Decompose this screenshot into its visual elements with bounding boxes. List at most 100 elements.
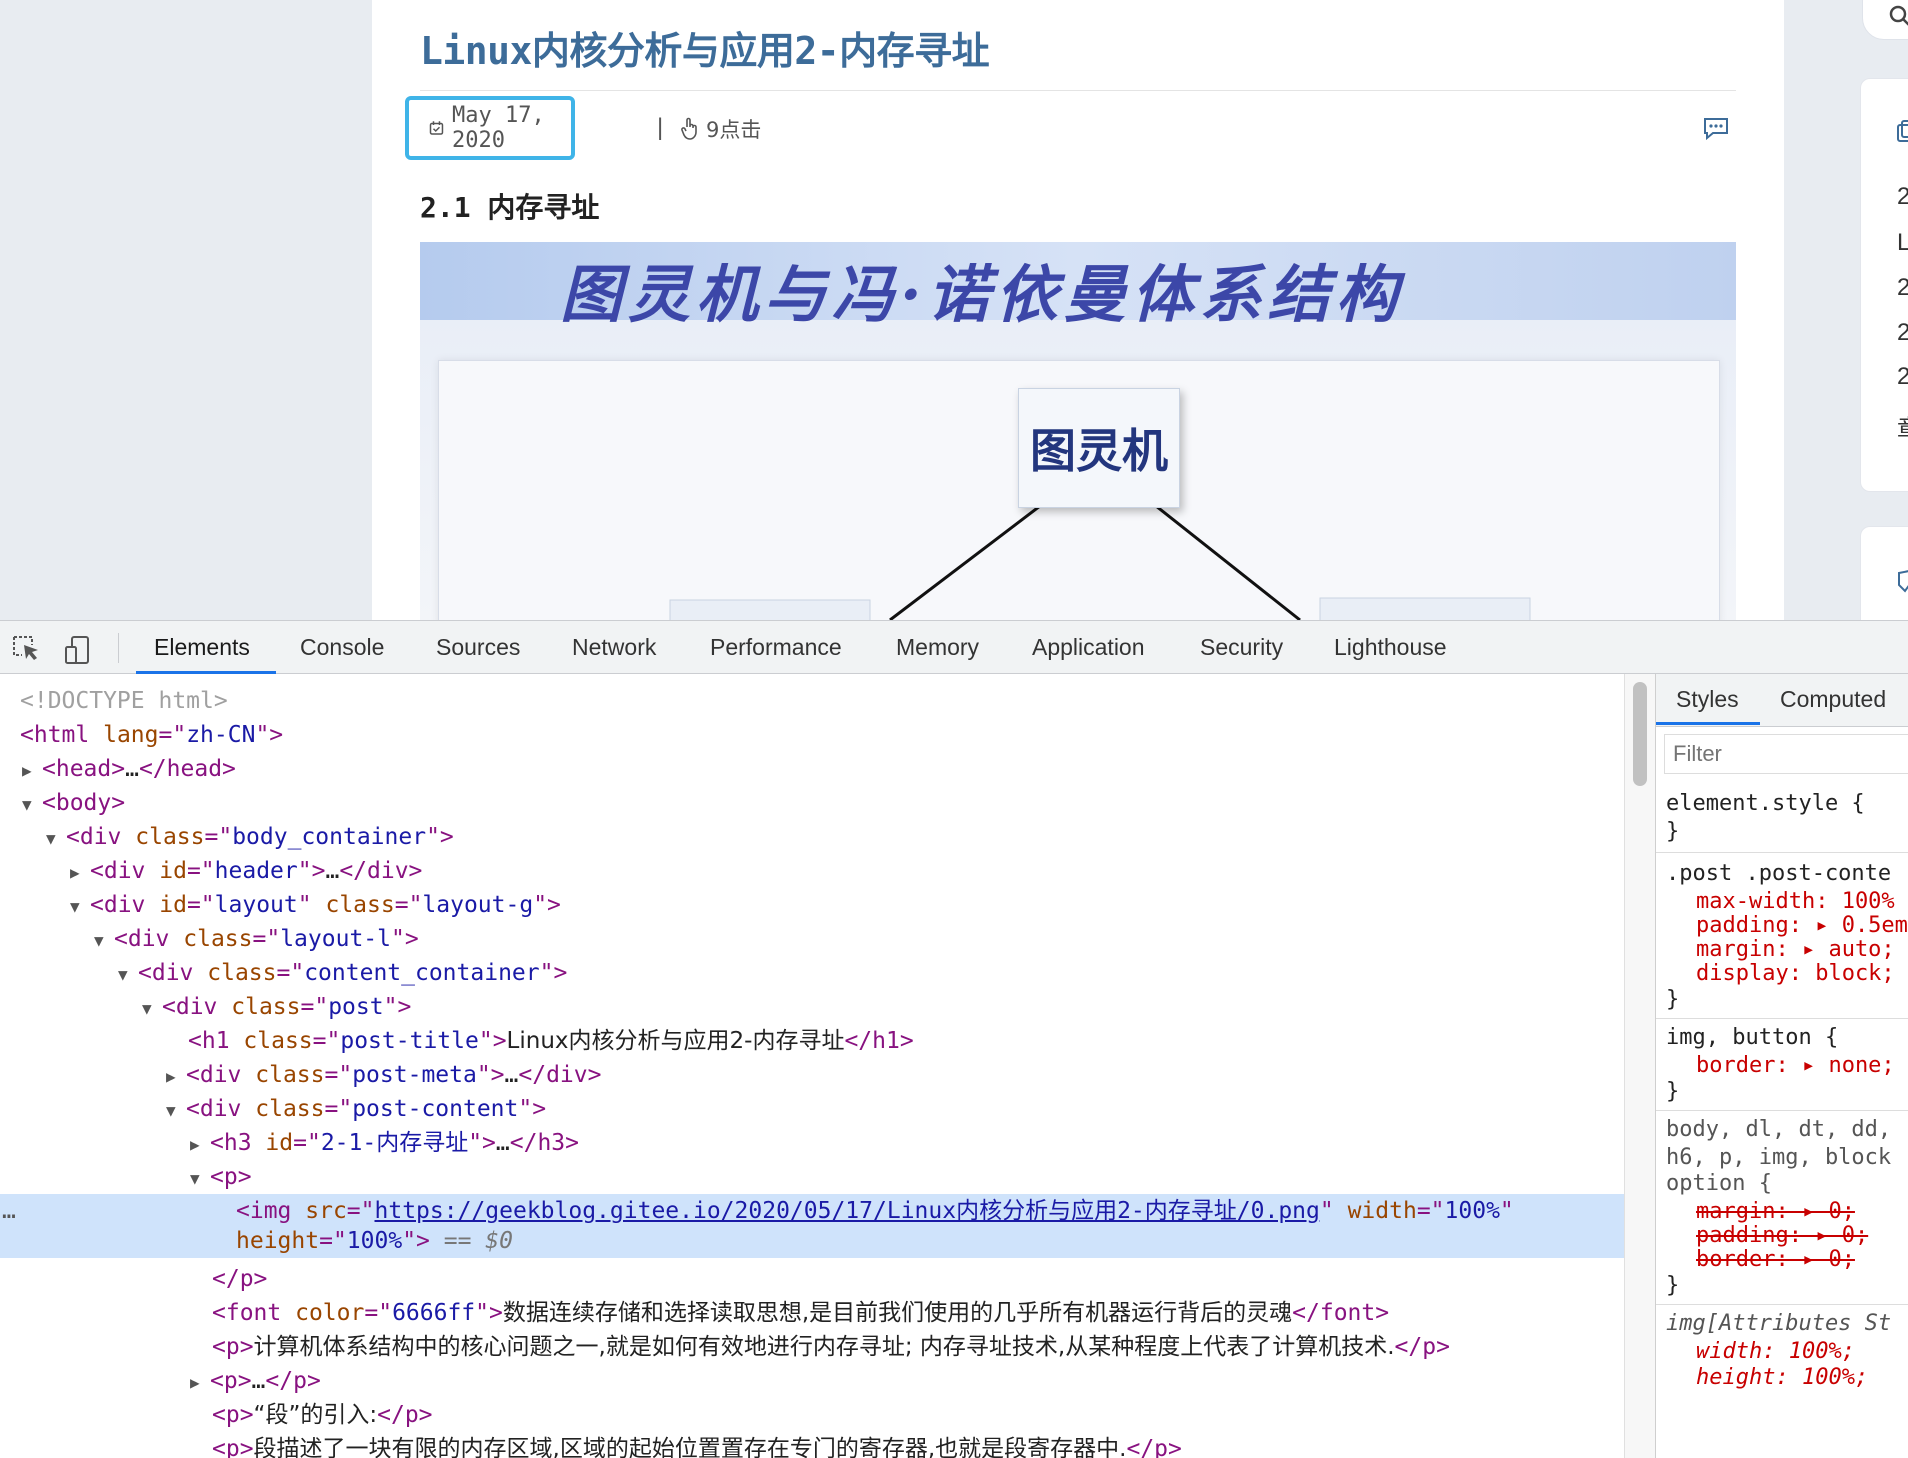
collapse-arrow-icon[interactable]: ▼ [142, 992, 162, 1026]
toolbar-divider [118, 633, 119, 663]
dom-scrollbar[interactable] [1624, 674, 1656, 1458]
collapse-arrow-icon[interactable]: ▼ [70, 890, 90, 924]
style-rule-selector[interactable]: element.style { [1666, 790, 1865, 818]
dom-node[interactable]: ▶ <p>…</p> [0, 1364, 321, 1398]
img-src-link[interactable]: https://geekblog.gitee.io/2020/05/17/Lin… [375, 1198, 1320, 1224]
devtools-tab-bar: Elements Console Sources Network Perform… [0, 620, 1908, 674]
tab-memory[interactable]: Memory [896, 634, 979, 661]
style-property[interactable]: display: block; [1696, 960, 1895, 988]
search-widget[interactable] [1862, 0, 1908, 40]
dom-node[interactable]: ▼ <div class="layout-l"> [0, 922, 419, 956]
dom-node[interactable]: ▼ <body> [0, 786, 125, 820]
tab-elements[interactable]: Elements [154, 634, 250, 661]
style-rule-close: } [1666, 1273, 1680, 1298]
style-property[interactable]: height: 100%; [1696, 1364, 1868, 1392]
meta-separator: | [657, 114, 664, 141]
dom-node[interactable]: <html lang="zh-CN"> [0, 718, 283, 752]
comment-icon[interactable] [1702, 116, 1730, 140]
sidebar-tags-card [1860, 526, 1908, 620]
dom-node[interactable]: ▼ <div class="post"> [0, 990, 411, 1024]
expand-arrow-icon[interactable]: ▶ [70, 856, 90, 890]
post-clicks: 9点击 [680, 114, 761, 144]
style-rule-selector[interactable]: img[Attributes St [1666, 1310, 1891, 1338]
collapse-arrow-icon[interactable]: ▼ [190, 1162, 210, 1196]
styles-filter-input[interactable] [1664, 734, 1908, 774]
active-styles-tab-indicator [1656, 722, 1760, 725]
tag-icon [1898, 570, 1908, 593]
post-date: May 17, 2020 [451, 103, 545, 153]
style-rule-selector[interactable]: body, dl, dt, dd, [1666, 1116, 1891, 1144]
inspect-element-icon[interactable] [12, 635, 42, 663]
style-rule-close: } [1666, 819, 1680, 844]
tab-network[interactable]: Network [572, 634, 656, 661]
styles-tab-bar: Styles Computed [1656, 674, 1908, 727]
title-divider [420, 90, 1736, 91]
tab-application[interactable]: Application [1032, 634, 1145, 661]
style-property-overridden[interactable]: border: ▸ 0; [1696, 1246, 1855, 1274]
style-rule-selector[interactable]: h6, p, img, block [1666, 1144, 1891, 1172]
sidebar-item[interactable]: 2 [1897, 319, 1908, 347]
post-date-highlight: May 17, 2020 [405, 96, 575, 160]
expand-arrow-icon[interactable]: ▶ [190, 1366, 210, 1400]
dom-node[interactable]: ▼ <p> [0, 1160, 252, 1194]
style-rule-selector[interactable]: .post .post-conte [1666, 860, 1891, 888]
collapse-arrow-icon[interactable]: ▼ [46, 822, 66, 856]
collapse-arrow-icon[interactable]: ▼ [94, 924, 114, 958]
sidebar-toc-card: 2 L 2 2 2 章 [1860, 78, 1908, 492]
dom-node[interactable]: ▼ <div class="post-content"> [0, 1092, 546, 1126]
rule-divider [1656, 852, 1908, 853]
tab-sources[interactable]: Sources [436, 634, 520, 661]
device-toolbar-icon[interactable] [64, 635, 90, 665]
dom-node[interactable]: <p>计算机体系结构中的核心问题之一,就是如何有效地进行内存寻址; 内存寻址技术… [0, 1330, 1450, 1364]
dom-node[interactable]: ▶ <h3 id="2-1-内存寻址">…</h3> [0, 1126, 579, 1160]
devtools-panel: Elements Console Sources Network Perform… [0, 620, 1908, 1458]
collapse-arrow-icon[interactable]: ▼ [118, 958, 138, 992]
tab-console[interactable]: Console [300, 634, 384, 661]
rule-divider [1656, 1304, 1908, 1305]
sidebar-item[interactable]: 2 [1897, 274, 1908, 302]
search-icon [1889, 5, 1908, 26]
dom-node[interactable]: <p>段描述了一块有限的内存区域,区域的起始位置置存在专门的寄存器,也就是段寄存… [0, 1432, 1182, 1458]
style-rule-close: } [1666, 1079, 1680, 1104]
collapse-arrow-icon[interactable]: ▼ [22, 788, 42, 822]
dom-node[interactable]: ▼ <div id="layout" class="layout-g"> [0, 888, 561, 922]
style-property[interactable]: width: 100%; [1696, 1338, 1855, 1366]
elements-dom-tree: <!DOCTYPE html> <html lang="zh-CN"> ▶ <he… [0, 674, 1624, 1458]
dom-node[interactable]: ▶ <div class="post-meta">…</div> [0, 1058, 601, 1092]
post-title[interactable]: Linux内核分析与应用2-内存寻址 [420, 20, 990, 75]
expand-arrow-icon[interactable]: ▶ [166, 1060, 186, 1094]
dom-node[interactable]: ▼ <div class="content_container"> [0, 956, 567, 990]
dom-node[interactable]: ▶ <div id="header">…</div> [0, 854, 422, 888]
section-heading: 2.1 内存寻址 [420, 191, 600, 224]
dom-scrollbar-thumb[interactable] [1633, 682, 1647, 786]
tab-performance[interactable]: Performance [710, 634, 842, 661]
dom-node-selected[interactable]: … <img src="https://geekblog.gitee.io/20… [0, 1194, 1624, 1258]
style-rule-close: } [1666, 987, 1680, 1012]
tab-styles[interactable]: Styles [1676, 686, 1739, 713]
collapse-arrow-icon[interactable]: ▼ [166, 1094, 186, 1128]
dom-node[interactable]: <h1 class="post-title">Linux内核分析与应用2-内存寻… [0, 1024, 914, 1058]
tab-computed[interactable]: Computed [1780, 686, 1886, 713]
tab-security[interactable]: Security [1200, 634, 1283, 661]
dom-node[interactable]: <!DOCTYPE html> [0, 684, 228, 718]
tab-lighthouse[interactable]: Lighthouse [1334, 634, 1447, 661]
expand-arrow-icon[interactable]: ▶ [22, 754, 42, 788]
dom-node[interactable]: <font color="6666ff">数据连续存储和选择读取思想,是目前我们… [0, 1296, 1389, 1330]
dom-node[interactable]: ▶ <head>…</head> [0, 752, 236, 786]
pointer-hand-icon [681, 117, 697, 140]
style-rule-selector[interactable]: img, button { [1666, 1024, 1838, 1052]
sidebar-item[interactable]: L [1897, 229, 1908, 257]
expand-arrow-icon[interactable]: ▶ [190, 1128, 210, 1162]
dom-node[interactable]: ▼ <div class="body_container"> [0, 820, 454, 854]
style-property[interactable]: border: ▸ none; [1696, 1052, 1895, 1080]
sidebar-item[interactable]: 章 [1897, 409, 1908, 444]
dom-node[interactable]: <p>“段”的引入:</p> [0, 1398, 433, 1432]
rule-divider [1656, 1110, 1908, 1111]
dom-node[interactable]: </p> [0, 1262, 267, 1296]
copy-icon [1897, 120, 1908, 142]
figure-node: 图灵机 [1018, 388, 1180, 508]
article-card: Linux内核分析与应用2-内存寻址 May 17, 2020 | 9点击 2.… [372, 0, 1784, 620]
sidebar-item[interactable]: 2 [1897, 363, 1908, 391]
sidebar-item[interactable]: 2 [1897, 183, 1908, 211]
style-rule-selector[interactable]: option { [1666, 1170, 1772, 1198]
